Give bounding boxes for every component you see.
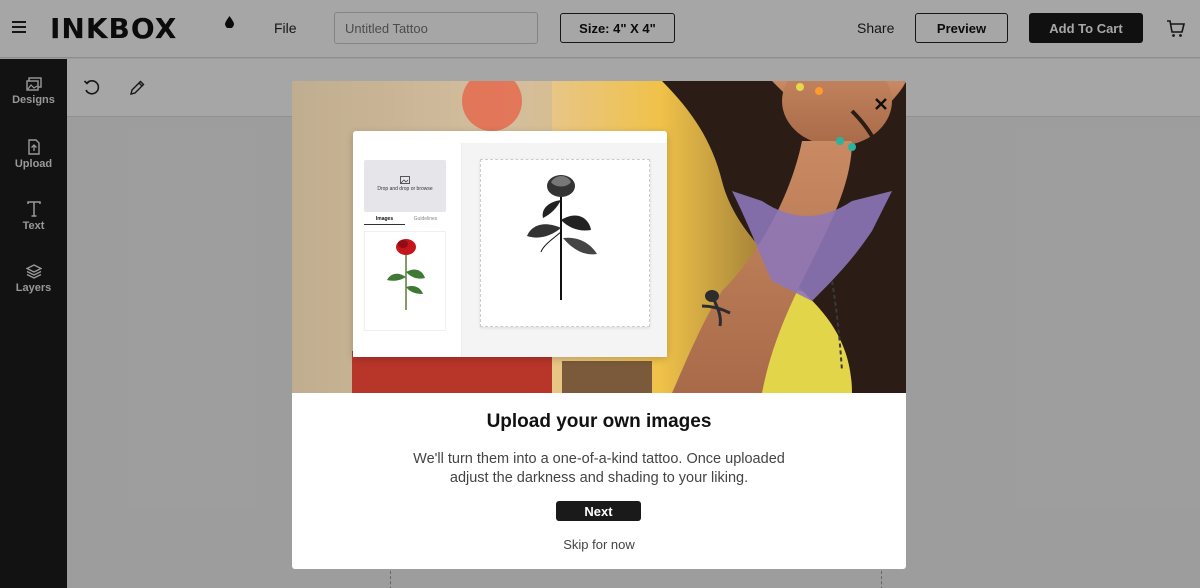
editor-mockup: Drop and drop or browse Images Guideline… bbox=[353, 131, 667, 357]
upload-intro-modal: Drop and drop or browse Images Guideline… bbox=[292, 81, 906, 569]
mock-drop-text: Drop and drop or browse bbox=[377, 186, 433, 192]
modal-title: Upload your own images bbox=[486, 411, 712, 432]
mock-rose-thumbnail bbox=[364, 231, 446, 331]
close-icon[interactable] bbox=[872, 95, 890, 113]
modal-description: We'll turn them into a one-of-a-kind tat… bbox=[413, 451, 785, 486]
mock-canvas bbox=[480, 159, 650, 327]
mock-canvas-panel bbox=[462, 143, 667, 357]
mock-drop-zone: Drop and drop or browse bbox=[364, 160, 446, 212]
mock-tab-images: Images bbox=[364, 216, 405, 225]
hero-image: Drop and drop or browse Images Guideline… bbox=[292, 81, 906, 393]
mock-upload-panel: Drop and drop or browse Images Guideline… bbox=[353, 143, 462, 357]
image-icon bbox=[400, 176, 410, 184]
next-button[interactable]: Next bbox=[556, 501, 641, 521]
black-rose-icon bbox=[527, 175, 597, 300]
red-rose-icon bbox=[387, 239, 425, 310]
mock-tab-guidelines: Guidelines bbox=[413, 216, 438, 222]
skip-link[interactable]: Skip for now bbox=[292, 537, 906, 552]
